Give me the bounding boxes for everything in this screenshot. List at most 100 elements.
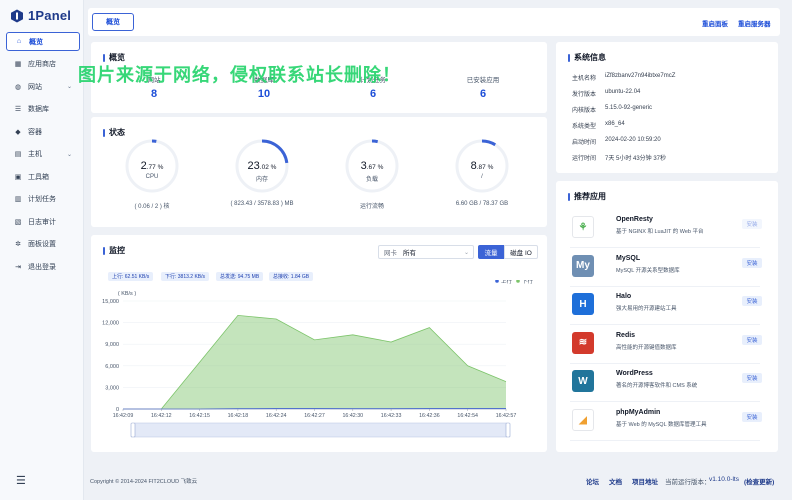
gauge-decimal: .67 [366,164,376,171]
tab-disk-io[interactable]: 磁盘 IO [504,245,538,259]
sidebar-item[interactable]: ▣ 工具箱 [6,167,80,186]
monitor-title: 监控 [103,245,125,256]
menu-collapse-icon[interactable]: ☰ [16,474,26,487]
x-tick-label: 16:42:33 [381,413,402,419]
restart-server-link[interactable]: 重启服务器 [738,18,771,28]
nic-select[interactable]: 网卡 所有 ⌄ [378,245,474,259]
system-info-row: 发行版本 ubuntu-22.04 [572,89,640,98]
nic-select-label: 网卡 [384,250,397,257]
sidebar-item[interactable]: ◍ 网站 ⌄ [6,77,80,96]
system-info-key: 启动时间 [572,140,597,146]
app-name: Redis [616,331,636,339]
sidebar-item[interactable]: ⌂ 概览 [6,32,80,51]
install-button[interactable]: 安装 [742,219,762,229]
sidebar-item-label: 容器 [28,128,42,136]
tab-traffic[interactable]: 流量 [478,245,504,259]
system-info-value: 7天 5小时 43分钟 37秒 [605,156,667,162]
y-axis-label: ( KB/s ) [118,291,137,297]
tab-overview[interactable]: 概览 [92,13,134,31]
legend-upload-label: 上行 [501,280,513,285]
install-button[interactable]: 安装 [742,334,762,345]
sidebar-item[interactable]: ✲ 面板设置 [6,235,80,254]
system-info-value: iZf8zbanv27n94ibtxe7mcZ [605,73,676,79]
system-info-row: 启动时间 2024-02-20 10:59:20 [572,137,661,146]
x-tick-label: 16:42:15 [189,413,210,419]
check-update-link[interactable]: (检查更新) [744,476,774,486]
traffic-chart: 03,0006,0009,00012,00015,000( KB/s )16:4… [102,280,534,438]
gauge-value: 3.67 % 负载 [327,160,417,183]
x-tick-label: 16:42:27 [304,413,325,419]
install-button[interactable]: 安装 [742,373,762,384]
gauge-unit: % [375,164,384,171]
install-button[interactable]: 安装 [742,296,762,307]
legend-upload-marker [495,280,499,283]
gauge-int: 23 [247,160,260,172]
calendar-icon: ▥ [14,196,22,203]
install-button[interactable]: 安装 [742,412,762,422]
x-tick-label: 16:42:57 [496,413,517,419]
app-description: 基于 Web 的 MySQL 数据库管理工具 [616,422,707,428]
app-description: 高性能的开源键值数据库 [616,344,677,351]
x-tick-label: 16:42:09 [113,413,134,419]
logo[interactable]: 1Panel [10,8,71,23]
gauge-value: 2.77 % CPU [107,160,197,180]
brand-name: 1Panel [28,8,72,23]
sidebar-item[interactable]: ▥ 计划任务 [6,190,80,209]
zoom-handle-right [505,422,511,438]
app-description: 基于 NGINX 和 LuaJIT 的 Web 平台 [616,229,704,235]
store-icon: ▦ [14,61,22,68]
overview-value: 6 [369,88,377,100]
sidebar-item[interactable]: ⇥ 退出登录 [6,257,80,276]
recommended-apps-card: 推荐应用 ⚘ OpenResty 基于 NGINX 和 LuaJIT 的 Web 平… [556,181,778,452]
system-info-value: 5.15.0-92-generic [605,105,653,111]
y-tick-label: 12,000 [102,321,119,327]
forum-link[interactable]: 论坛 [586,476,599,486]
sidebar-item[interactable]: ▧ 日志审计 [6,212,80,231]
sidebar-item-label: 退出登录 [28,263,56,271]
gauge-unit: % [155,164,164,171]
system-info-row: 运行时间 7天 5小时 43分钟 37秒 [572,153,666,162]
chevron-down-icon: ⌄ [66,151,72,158]
legend-download-marker [516,280,520,283]
sidebar-item[interactable]: ☰ 数据库 [6,100,80,119]
phpmyadmin-icon: ◢ [572,409,594,431]
project-link[interactable]: 项目地址 [632,476,658,486]
y-tick-label: 15,000 [102,299,119,305]
system-info-key: 主机名称 [572,76,597,82]
status-gauge: 3.67 % 负载运行流畅 [327,137,417,210]
openresty-icon: ⚘ [572,216,594,238]
home-icon: ⌂ [16,38,22,45]
system-info-row: 主机名称 iZf8zbanv27n94ibtxe7mcZ [572,73,675,82]
download-area [123,315,506,409]
sidebar-item-label: 计划任务 [28,196,56,203]
version-label: 当前运行版本： [665,479,711,486]
gauge-unit: % [268,164,277,171]
system-info-value: x86_64 [605,121,625,127]
system-info-key: 内核版本 [572,108,597,114]
footer: Copyright © 2014-2024 FIT2CLOUD 飞致云 论坛 文… [84,470,792,490]
restart-panel-link[interactable]: 重启面板 [702,18,728,28]
system-info-value: 2024-02-20 10:59:20 [605,137,661,143]
docs-link[interactable]: 文档 [609,476,622,486]
sidebar-item-label: 应用商店 [28,61,56,68]
system-info-row: 内核版本 5.15.0-92-generic [572,105,652,114]
system-info-key: 运行时间 [572,156,597,162]
overview-installed-apps[interactable]: 已安装应用 6 [453,74,513,100]
sidebar-item[interactable]: ◆ 容器 [6,122,80,141]
sidebar-item[interactable]: ▤ 主机 ⌄ [6,145,80,164]
x-tick-label: 16:42:12 [151,413,172,419]
copyright-text: Copyright © 2014-2024 FIT2CLOUD 飞致云 [90,479,198,485]
status-gauge: 23.02 % 内存 ( 823.43 / 3578.83 ) MB [217,137,307,207]
app-row: H Halo 强大易用的开源建站工具 安装 [570,289,762,326]
install-button[interactable]: 安装 [742,257,762,268]
status-card: 状态 2.77 % CPU( 0.06 / 2 ) 核 23.02 % 内存( 823… [91,117,547,227]
system-info-row: 系统类型 x86_64 [572,121,625,130]
system-info-title: 系统信息 [568,52,606,63]
gauge-detail: ( 823.43 / 3578.83 ) MB [230,201,294,207]
globe-icon: ◍ [14,83,22,91]
legend-download-label: 下行 [522,280,534,285]
sidebar-item[interactable]: ▦ 应用商店 [6,55,80,74]
gauge-detail: 运行流畅 [359,204,384,210]
app-name: WordPress [616,370,653,378]
app-description: 著名的开源博客软件和 CMS 系统 [616,383,698,390]
